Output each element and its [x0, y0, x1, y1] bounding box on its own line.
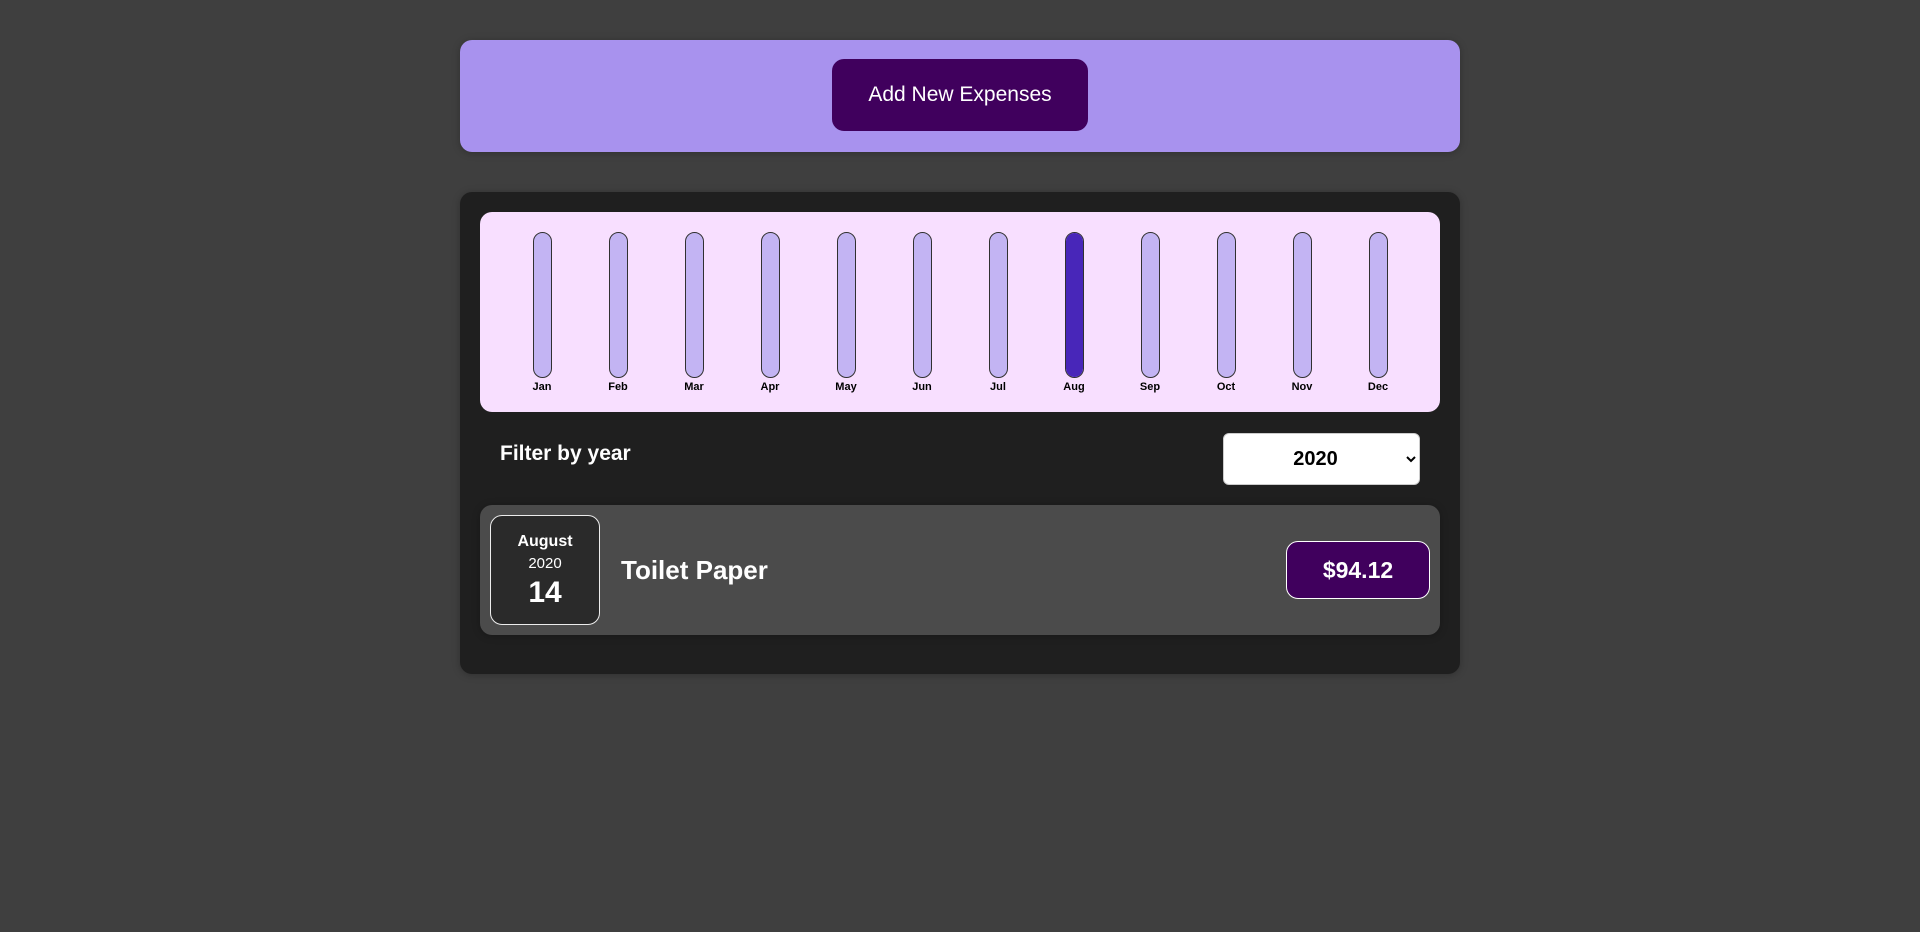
chart-bar-may: May: [821, 232, 871, 412]
expense-item-main: August 2020 14 Toilet Paper: [490, 515, 768, 625]
chart-bar-label: Nov: [1291, 381, 1313, 393]
chart-bar-dec: Dec: [1353, 232, 1403, 412]
chart-bar-jul: Jul: [973, 232, 1023, 412]
chart-bar-label: Dec: [1367, 381, 1389, 393]
add-new-expenses-button[interactable]: Add New Expenses: [832, 59, 1088, 131]
chart-bar-nov: Nov: [1277, 232, 1327, 412]
chart-bar-track: [684, 232, 704, 378]
chart-bar-track: [836, 232, 856, 378]
expenses-panel: Jan Feb Mar Apr May Jun Jul Aug Sep Oct Nov Dec Fil…: [460, 192, 1460, 674]
chart-bar-label: Feb: [608, 381, 628, 393]
chart-bar-track: [1216, 232, 1236, 378]
chart-bar-label: Aug: [1063, 381, 1085, 393]
year-select[interactable]: 2020: [1223, 433, 1420, 485]
chart-bar-label: Apr: [760, 381, 780, 393]
chart-bar-track: [1292, 232, 1312, 378]
chart-bar-track: [532, 232, 552, 378]
chart-bar-oct: Oct: [1201, 232, 1251, 412]
chart-bar-jun: Jun: [897, 232, 947, 412]
chart-bar-sep: Sep: [1125, 232, 1175, 412]
chart-bar-label: Jul: [990, 381, 1006, 393]
expense-date: August 2020 14: [490, 515, 600, 625]
new-expense-panel: Add New Expenses: [460, 40, 1460, 152]
filter-label: Filter by year: [500, 442, 631, 465]
expense-date-year: 2020: [528, 554, 562, 572]
chart-bar-track: [608, 232, 628, 378]
chart-bar-label: Jun: [912, 381, 932, 393]
chart-bar-track: [912, 232, 932, 378]
chart-bar-fill: [1065, 233, 1083, 377]
chart-bar-apr: Apr: [745, 232, 795, 412]
expense-item: August 2020 14 Toilet Paper $94.12: [480, 505, 1440, 635]
chart-bar-jan: Jan: [517, 232, 567, 412]
chart-bar-label: Jan: [532, 381, 552, 393]
expense-price: $94.12: [1286, 541, 1430, 599]
expenses-filter: Filter by year 2020: [480, 433, 1440, 485]
chart-bar-track: [1064, 232, 1084, 378]
chart-bar-feb: Feb: [593, 232, 643, 412]
chart-bar-track: [988, 232, 1008, 378]
chart-bar-track: [1368, 232, 1388, 378]
chart-bar-label: May: [835, 381, 857, 393]
chart-bar-mar: Mar: [669, 232, 719, 412]
expense-date-day: 14: [528, 575, 562, 609]
expense-list: August 2020 14 Toilet Paper $94.12: [480, 505, 1440, 635]
chart-bar-label: Mar: [684, 381, 704, 393]
chart-bar-aug: Aug: [1049, 232, 1099, 412]
expense-title: Toilet Paper: [621, 554, 768, 585]
chart-bar-label: Oct: [1216, 381, 1236, 393]
monthly-expenses-chart: Jan Feb Mar Apr May Jun Jul Aug Sep Oct Nov Dec: [480, 212, 1440, 412]
expense-date-month: August: [517, 532, 573, 550]
chart-bar-track: [1140, 232, 1160, 378]
app-root: Add New Expenses Jan Feb Mar Apr May Jun Jul Au…: [460, 40, 1460, 674]
chart-bar-track: [760, 232, 780, 378]
chart-bar-label: Sep: [1139, 381, 1161, 393]
